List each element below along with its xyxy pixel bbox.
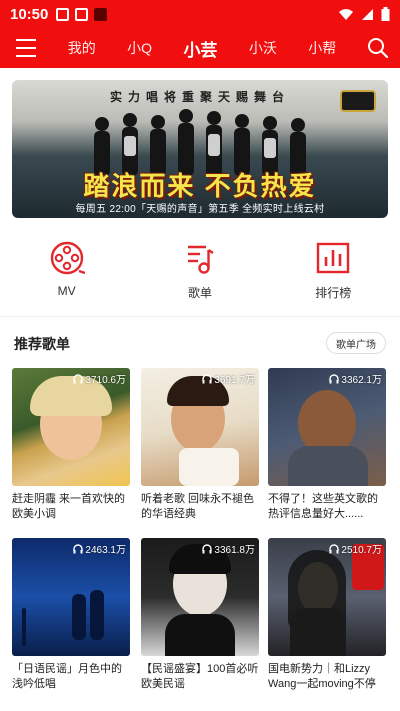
- banner-subtitle: 实力唱将重聚天赐舞台: [109, 90, 290, 104]
- show-logo-badge: [340, 90, 376, 112]
- cellular-signal-icon: [362, 8, 373, 20]
- headphones-icon: [329, 543, 340, 553]
- headphones-icon: [202, 373, 213, 383]
- mv-label: MV: [57, 284, 76, 298]
- playlist-label: 歌单: [187, 286, 212, 300]
- chart-entry[interactable]: 排行榜: [283, 240, 383, 302]
- headphones-icon: [73, 543, 84, 553]
- search-button[interactable]: [356, 28, 400, 68]
- playlist-music-note-icon: [187, 245, 214, 274]
- playlist-title: 国电新势力｜和Lizzy Wang一起moving不停: [268, 663, 376, 690]
- playlist-cover-image: 3710.6万: [12, 368, 130, 486]
- playlist-cover-image: 3691.7万: [141, 368, 259, 486]
- quick-entry-row: MV 歌单 排行榜: [0, 240, 400, 302]
- play-count: 2463.1万: [85, 545, 126, 556]
- playlist-entry[interactable]: 歌单: [150, 240, 250, 302]
- headphones-icon: [73, 373, 84, 383]
- play-count: 3362.1万: [341, 375, 382, 386]
- playlist-cover-image: 3362.1万: [268, 368, 386, 486]
- promo-banner[interactable]: 实力唱将重聚天赐舞台 踏浪而来 不负热爱 每周五 22:00「天赐的声音」第五季…: [12, 80, 388, 218]
- tab-xiaowo[interactable]: 小沃: [245, 38, 281, 58]
- wifi-icon: [339, 8, 353, 20]
- section-divider: [0, 316, 400, 317]
- play-count: 3710.6万: [85, 375, 126, 386]
- hamburger-menu-icon: [16, 36, 36, 60]
- playlist-cover-image: 2510.7万: [268, 538, 386, 656]
- playlist-card[interactable]: 2463.1万 「日语民谣」月色中的浅吟低唱: [12, 538, 130, 692]
- headphones-icon: [329, 373, 340, 383]
- playlist-title: 不得了！这些英文歌的热评信息量好大......: [268, 493, 378, 520]
- mv-film-reel-icon: [50, 241, 85, 275]
- app-notification-icon: [75, 7, 89, 21]
- tab-xiaoq[interactable]: 小Q: [123, 38, 156, 58]
- playlist-title: 赶走阴霾 来一首欢快的欧美小调: [12, 493, 126, 520]
- playlist-card[interactable]: 2510.7万 国电新势力｜和Lizzy Wang一起moving不停: [268, 538, 386, 692]
- playlist-plaza-button[interactable]: 歌单广场: [326, 332, 386, 354]
- playlist-cover-image: 3361.8万: [141, 538, 259, 656]
- play-count: 3361.8万: [214, 545, 255, 556]
- play-count: 3691.7万: [214, 375, 255, 386]
- chart-label: 排行榜: [315, 286, 352, 300]
- playlist-card[interactable]: 3362.1万 不得了！这些英文歌的热评信息量好大......: [268, 368, 386, 522]
- headphones-icon: [202, 543, 213, 553]
- mv-entry[interactable]: MV: [17, 240, 117, 302]
- tab-xiaobang[interactable]: 小帮: [304, 38, 340, 58]
- playlist-card[interactable]: 3710.6万 赶走阴霾 来一首欢快的欧美小调: [12, 368, 130, 522]
- playlist-title: 【民谣盛宴】100首必听欧美民谣: [141, 663, 259, 690]
- play-count: 2510.7万: [341, 545, 382, 556]
- banner-headline: 踏浪而来 不负热爱: [83, 171, 317, 201]
- banner-footer-text: 每周五 22:00「天赐的声音」第五季 全频实时上线云村: [75, 204, 325, 215]
- playlist-card[interactable]: 3361.8万 【民谣盛宴】100首必听欧美民谣: [141, 538, 259, 692]
- search-icon: [368, 38, 389, 59]
- playlist-title: 「日语民谣」月色中的浅吟低唱: [12, 663, 122, 690]
- top-navigation: 我的 小Q 小芸 小沃 小帮: [0, 28, 400, 68]
- battery-icon: [381, 7, 390, 21]
- menu-button[interactable]: [0, 28, 52, 68]
- gallery-notification-icon: [56, 7, 70, 21]
- status-bar: 10:50: [0, 0, 400, 28]
- status-time: 10:50: [10, 5, 49, 23]
- tab-xiaoyun[interactable]: 小芸: [179, 36, 221, 61]
- section-title: 推荐歌单: [14, 336, 70, 352]
- tab-mine[interactable]: 我的: [64, 38, 100, 58]
- app-notification-icon: [94, 7, 108, 21]
- playlist-cover-image: 2463.1万: [12, 538, 130, 656]
- chart-bars-icon: [317, 242, 350, 274]
- playlist-card[interactable]: 3691.7万 听着老歌 回味永不褪色的华语经典: [141, 368, 259, 522]
- playlist-title: 听着老歌 回味永不褪色的华语经典: [141, 493, 255, 520]
